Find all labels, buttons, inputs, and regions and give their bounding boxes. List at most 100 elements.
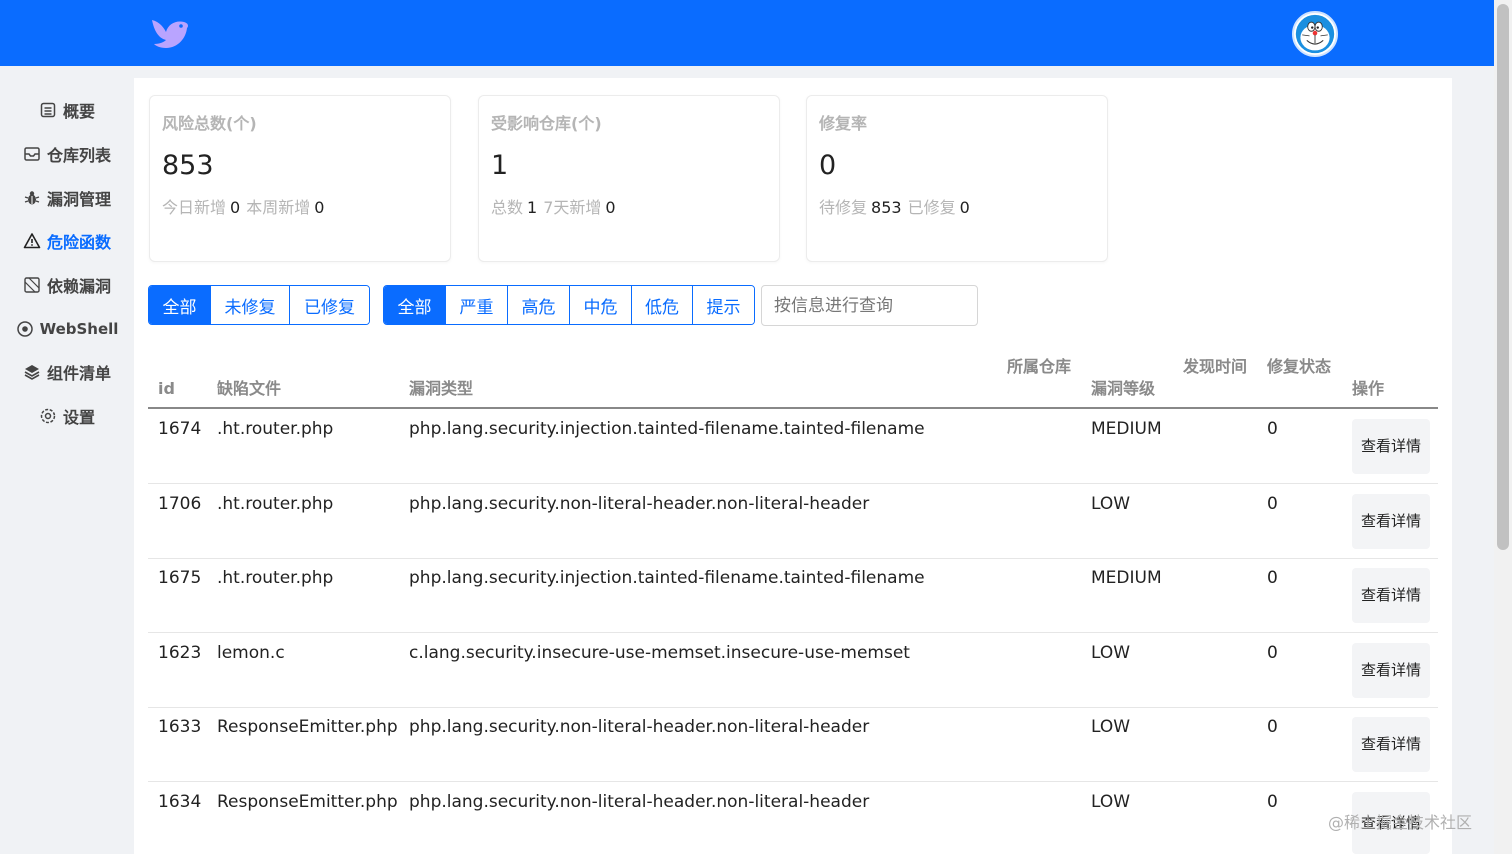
stat-value: 0	[819, 150, 837, 181]
view-detail-button[interactable]: 查看详情	[1352, 643, 1430, 698]
table-row: 1623 lemon.c c.lang.security.insecure-us…	[148, 633, 1438, 708]
stat-title: 修复率	[819, 114, 868, 133]
severity-filter-medium[interactable]: 中危	[570, 286, 632, 324]
cell-id: 1634	[158, 792, 202, 812]
sidebar-item-settings[interactable]: 设置	[0, 398, 134, 434]
sidebar-item-label: 危险函数	[46, 233, 111, 252]
stat-card-fix-rate: 修复率 0 待修复 853 已修复 0	[806, 95, 1108, 262]
cell-level: LOW	[1091, 792, 1131, 812]
cell-id: 1633	[158, 717, 202, 737]
sidebar-item-overview[interactable]: 概要	[0, 92, 134, 128]
sidebar-item-dependency-vulns[interactable]: 依赖漏洞	[0, 267, 134, 303]
stat-subline: 总数 1 7天新增 0	[491, 198, 616, 217]
sidebar-item-webshell[interactable]: WebShell	[0, 311, 134, 347]
watermark: @稀土掘金技术社区	[1328, 813, 1473, 832]
cell-file: ResponseEmitter.php	[217, 792, 398, 812]
cell-file: .ht.router.php	[217, 419, 334, 439]
stat-card-affected-repos: 受影响仓库(个) 1 总数 1 7天新增 0	[478, 95, 780, 262]
cell-id: 1675	[158, 568, 202, 588]
gear-icon	[39, 407, 57, 425]
view-detail-button[interactable]: 查看详情	[1352, 717, 1430, 772]
cell-id: 1706	[158, 494, 202, 514]
cell-level: LOW	[1091, 643, 1131, 663]
sidebar: 概要 仓库列表 漏洞管理 危险函数 依赖漏洞 WebShell 组件清单 设置	[0, 66, 134, 854]
severity-filter-critical[interactable]: 严重	[446, 286, 508, 324]
dependency-icon	[23, 276, 41, 294]
cell-type: php.lang.security.injection.tainted-file…	[409, 568, 925, 588]
stat-subline: 今日新增 0 本周新增 0	[162, 198, 325, 217]
column-header-action: 操作	[1352, 379, 1385, 398]
sidebar-item-label: 依赖漏洞	[46, 277, 111, 296]
eye-icon	[16, 320, 34, 338]
table-row: 1706 .ht.router.php php.lang.security.no…	[148, 484, 1438, 559]
cell-type: php.lang.security.non-literal-header.non…	[409, 717, 870, 737]
top-bar	[0, 0, 1494, 66]
doraemon-avatar[interactable]	[1292, 11, 1338, 57]
cell-status: 0	[1267, 717, 1278, 737]
warning-triangle-icon	[23, 232, 41, 250]
search-input[interactable]	[761, 285, 978, 326]
stat-value: 853	[162, 150, 214, 181]
severity-filter-all[interactable]: 全部	[384, 286, 446, 324]
status-filter-unfixed[interactable]: 未修复	[211, 286, 290, 324]
sidebar-item-label: 组件清单	[46, 364, 111, 383]
bird-logo-icon[interactable]	[150, 16, 190, 52]
cell-file: .ht.router.php	[217, 568, 334, 588]
sidebar-item-label: 概要	[62, 102, 95, 121]
severity-filter-info[interactable]: 提示	[693, 286, 754, 324]
status-filter-group: 全部 未修复 已修复	[148, 285, 370, 325]
column-header-type[interactable]: 漏洞类型	[409, 378, 473, 400]
cell-level: MEDIUM	[1091, 419, 1162, 439]
stat-title: 风险总数(个)	[162, 114, 257, 133]
column-header-id[interactable]: id	[158, 378, 175, 400]
sidebar-item-label: 设置	[62, 408, 95, 427]
cell-status: 0	[1267, 643, 1278, 663]
table-row: 1633 ResponseEmitter.php php.lang.securi…	[148, 707, 1438, 782]
stat-value: 1	[491, 150, 509, 181]
sidebar-item-label: WebShell	[39, 320, 119, 338]
cell-type: php.lang.security.injection.tainted-file…	[409, 419, 925, 439]
table-row: 1675 .ht.router.php php.lang.security.in…	[148, 558, 1438, 633]
cell-status: 0	[1267, 419, 1278, 439]
status-filter-fixed[interactable]: 已修复	[290, 286, 369, 324]
severity-filter-low[interactable]: 低危	[632, 286, 693, 324]
cell-status: 0	[1267, 494, 1278, 514]
column-header-repo[interactable]: 所属仓库	[1007, 356, 1071, 378]
view-detail-button[interactable]: 查看详情	[1352, 419, 1430, 474]
layers-icon	[23, 363, 41, 381]
inbox-icon	[23, 145, 41, 163]
table-row: 1634 ResponseEmitter.php php.lang.securi…	[148, 782, 1438, 854]
cell-id: 1674	[158, 419, 202, 439]
sidebar-item-label: 仓库列表	[46, 146, 111, 165]
cell-file: ResponseEmitter.php	[217, 717, 398, 737]
column-header-time[interactable]: 发现时间	[1183, 356, 1247, 378]
view-detail-button[interactable]: 查看详情	[1352, 568, 1430, 623]
stat-title: 受影响仓库(个)	[491, 114, 602, 133]
scrollbar-thumb[interactable]	[1497, 4, 1509, 550]
sidebar-item-dangerous-functions[interactable]: 危险函数	[0, 223, 134, 259]
status-filter-all[interactable]: 全部	[149, 286, 211, 324]
severity-filter-high[interactable]: 高危	[508, 286, 570, 324]
cell-level: LOW	[1091, 717, 1131, 737]
column-header-level[interactable]: 漏洞等级	[1091, 378, 1155, 400]
stat-subline: 待修复 853 已修复 0	[819, 198, 970, 217]
cell-file: lemon.c	[217, 643, 285, 663]
column-header-file[interactable]: 缺陷文件	[217, 378, 281, 400]
document-list-icon	[39, 101, 57, 119]
sidebar-item-components[interactable]: 组件清单	[0, 354, 134, 390]
cell-status: 0	[1267, 792, 1278, 812]
view-detail-button[interactable]: 查看详情	[1352, 494, 1430, 549]
cell-type: c.lang.security.insecure-use-memset.inse…	[409, 643, 910, 663]
sidebar-item-vulnerabilities[interactable]: 漏洞管理	[0, 180, 134, 216]
table-row: 1674 .ht.router.php php.lang.security.in…	[148, 409, 1438, 484]
cell-file: .ht.router.php	[217, 494, 334, 514]
column-header-status[interactable]: 修复状态	[1267, 356, 1331, 378]
cell-level: MEDIUM	[1091, 568, 1162, 588]
cell-type: php.lang.security.non-literal-header.non…	[409, 494, 870, 514]
cell-type: php.lang.security.non-literal-header.non…	[409, 792, 870, 812]
sidebar-item-repositories[interactable]: 仓库列表	[0, 136, 134, 172]
bug-icon	[23, 189, 41, 207]
sidebar-item-label: 漏洞管理	[46, 190, 111, 209]
cell-level: LOW	[1091, 494, 1131, 514]
cell-status: 0	[1267, 568, 1278, 588]
